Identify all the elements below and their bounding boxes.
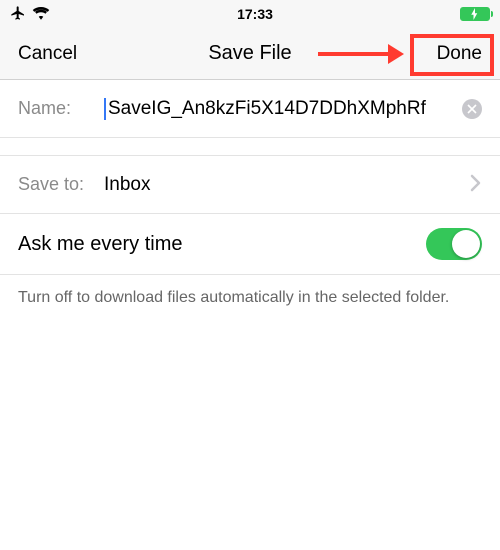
header: Cancel Save File Done <box>0 28 500 80</box>
done-button[interactable]: Done <box>437 43 482 65</box>
save-to-label: Save to: <box>18 174 104 195</box>
airplane-mode-icon <box>10 5 26 24</box>
cancel-button[interactable]: Cancel <box>18 43 77 65</box>
chevron-right-icon <box>470 171 482 199</box>
status-time: 17:33 <box>237 6 273 22</box>
ask-every-time-row: Ask me every time <box>0 214 500 275</box>
clear-text-button[interactable] <box>462 99 482 119</box>
save-to-value: Inbox <box>104 174 470 196</box>
status-bar: 17:33 <box>0 0 500 28</box>
save-to-row[interactable]: Save to: Inbox <box>0 156 500 214</box>
wifi-icon <box>32 6 50 23</box>
name-label: Name: <box>18 98 104 119</box>
footer-description: Turn off to download files automatically… <box>0 275 500 321</box>
annotation-arrow <box>318 44 404 64</box>
ask-every-time-toggle[interactable] <box>426 228 482 260</box>
battery-icon <box>460 7 490 21</box>
close-icon <box>467 104 477 114</box>
page-title: Save File <box>208 42 291 65</box>
ask-every-time-label: Ask me every time <box>18 233 182 256</box>
name-input[interactable] <box>104 98 456 120</box>
name-row: Name: <box>0 80 500 138</box>
